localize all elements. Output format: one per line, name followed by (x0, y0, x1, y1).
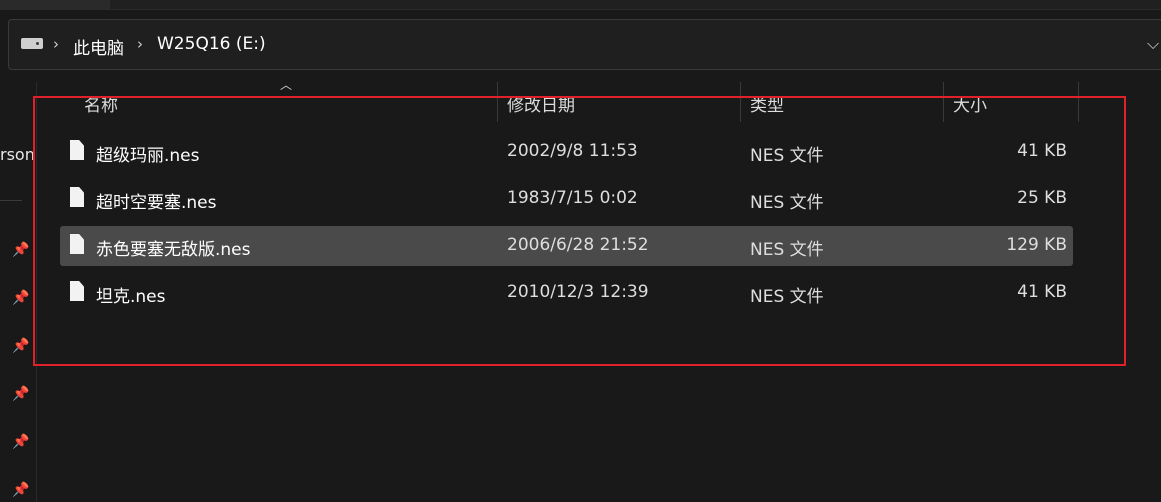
highlight-box (33, 96, 1126, 366)
pin-icon: 📌 (12, 434, 30, 450)
pin-icon: 📌 (12, 386, 30, 402)
address-dropdown-icon[interactable]: ⌵ (1147, 34, 1159, 54)
address-bar[interactable]: › 此电脑 › W25Q16 (E:) ⌵ (8, 19, 1161, 70)
sidebar-item-partial[interactable]: rson (0, 145, 34, 164)
pin-icon: 📌 (12, 338, 30, 354)
tab-strip-accent (0, 0, 110, 9)
breadcrumb-this-pc[interactable]: 此电脑 (73, 34, 124, 59)
chevron-right-icon[interactable]: › (137, 35, 143, 53)
chevron-right-icon[interactable]: › (53, 35, 59, 53)
drive-icon (21, 38, 43, 49)
pin-icon: 📌 (12, 242, 30, 258)
breadcrumb-drive[interactable]: W25Q16 (E:) (157, 34, 266, 54)
sidebar-divider (0, 200, 22, 201)
pin-icon: 📌 (12, 482, 30, 498)
window-top-strip (0, 0, 1161, 10)
pin-icon: 📌 (12, 290, 30, 306)
